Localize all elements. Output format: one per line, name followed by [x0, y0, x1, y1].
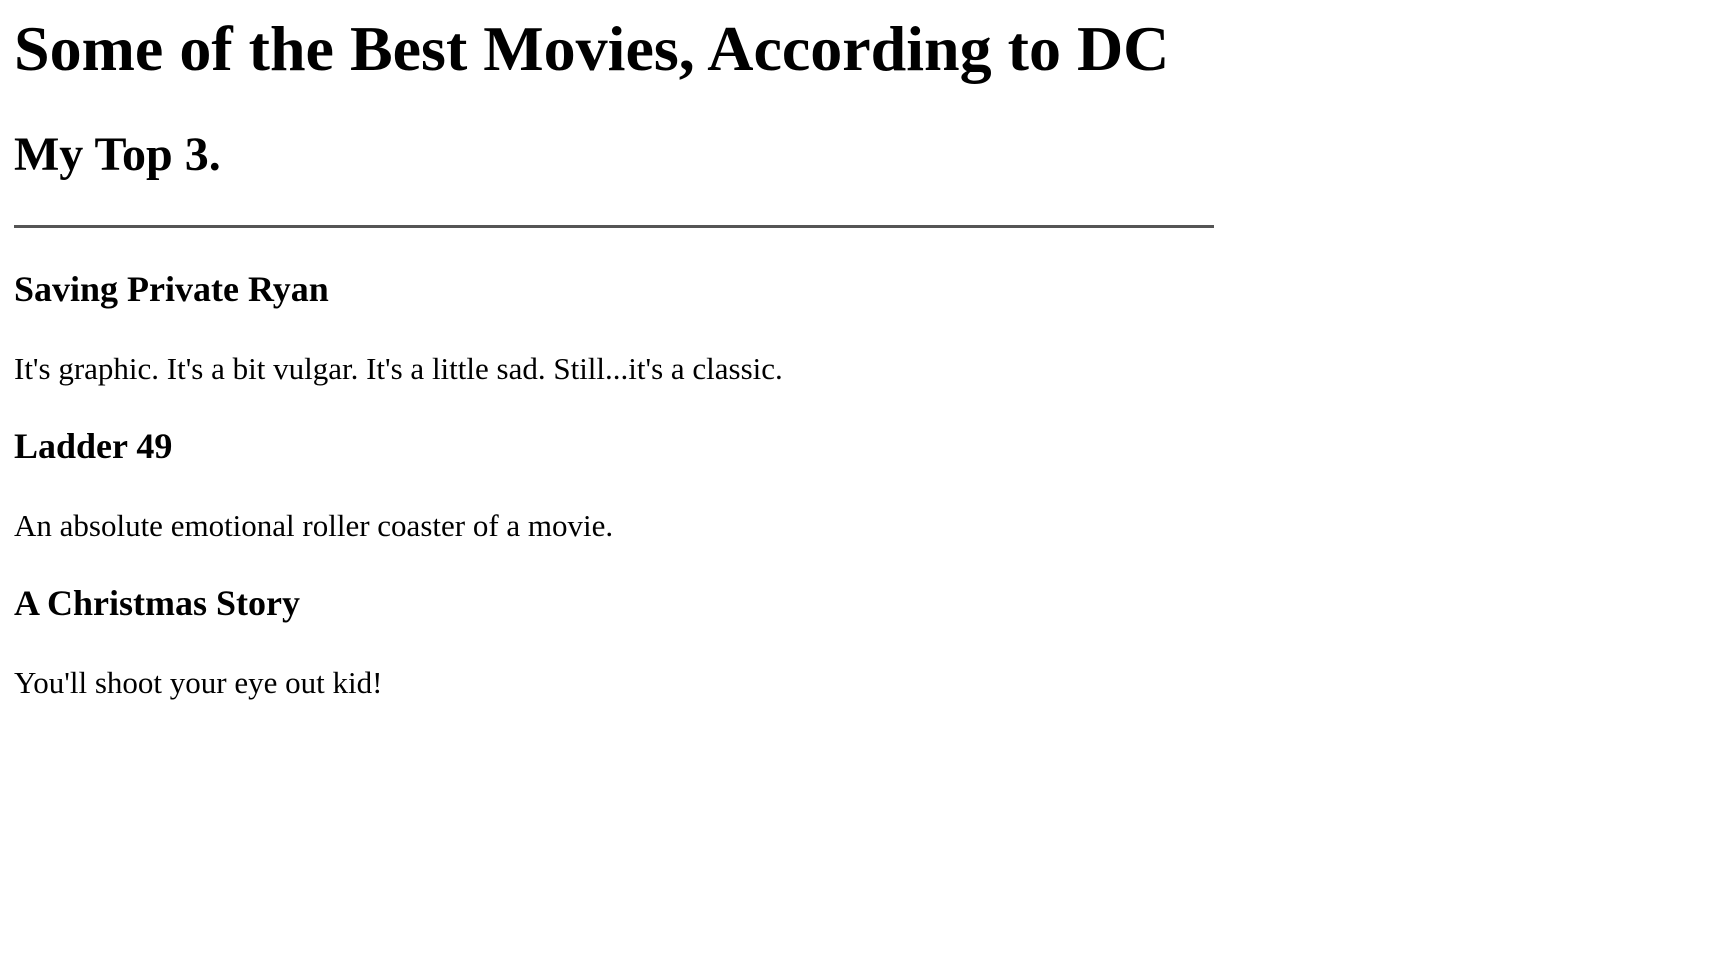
- movie-description: You'll shoot your eye out kid!: [14, 665, 383, 700]
- page: Some of the Best Movies, According to DC…: [0, 0, 1728, 972]
- movie-title: Ladder 49: [14, 426, 173, 466]
- movie-title: A Christmas Story: [14, 583, 300, 623]
- movie-description: It's graphic. It's a bit vulgar. It's a …: [14, 351, 783, 386]
- page-subtitle: My Top 3.: [14, 128, 221, 181]
- movie-title: Saving Private Ryan: [14, 269, 329, 309]
- page-title: Some of the Best Movies, According to DC: [14, 13, 1170, 84]
- divider: [14, 225, 1214, 228]
- movie-description: An absolute emotional roller coaster of …: [14, 508, 614, 543]
